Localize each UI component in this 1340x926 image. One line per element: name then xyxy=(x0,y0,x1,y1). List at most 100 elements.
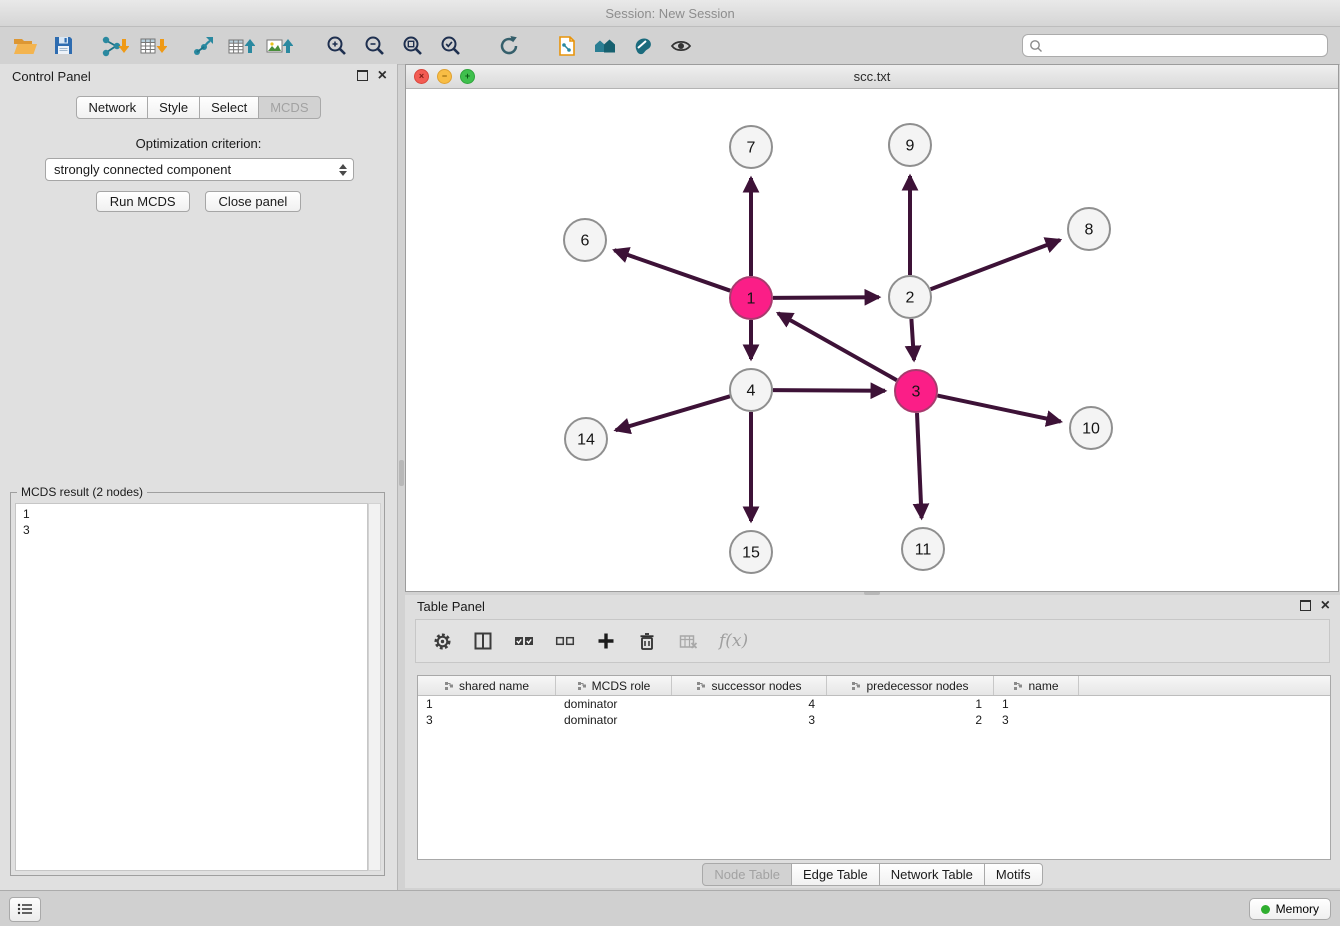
graph-edge-1-6[interactable] xyxy=(614,250,730,291)
unselect-all-columns-button[interactable] xyxy=(555,628,575,654)
checked-boxes-icon xyxy=(514,635,534,647)
graph-node-4[interactable]: 4 xyxy=(730,369,772,411)
graph-node-10[interactable]: 10 xyxy=(1070,407,1112,449)
graph-node-15[interactable]: 15 xyxy=(730,531,772,573)
float-table-panel-icon[interactable] xyxy=(1300,599,1311,614)
cell-shared-name[interactable]: 1 xyxy=(418,697,556,711)
column-header-successor-nodes[interactable]: successor nodes xyxy=(672,676,827,695)
zoom-fit-button[interactable] xyxy=(398,31,428,61)
panel-list-button[interactable] xyxy=(9,897,41,922)
save-session-button[interactable] xyxy=(48,31,78,61)
float-control-panel-icon[interactable] xyxy=(357,69,368,84)
apply-style-button[interactable] xyxy=(628,31,658,61)
cell-shared-name[interactable]: 3 xyxy=(418,713,556,727)
delete-columns-button[interactable] xyxy=(637,628,657,654)
zoom-window-icon[interactable]: + xyxy=(460,69,475,84)
graph-node-14[interactable]: 14 xyxy=(565,418,607,460)
control-panel-tabs: Network Style Select MCDS xyxy=(0,96,397,119)
close-control-panel-icon[interactable]: × xyxy=(378,70,387,82)
graph-node-11[interactable]: 11 xyxy=(902,528,944,570)
tab-network-table[interactable]: Network Table xyxy=(879,863,985,886)
graph-node-7[interactable]: 7 xyxy=(730,126,772,168)
cell-mcds-role[interactable]: dominator xyxy=(556,713,672,727)
cell-successor-nodes[interactable]: 4 xyxy=(672,697,827,711)
graph-edge-4-3[interactable] xyxy=(773,390,885,391)
column-header-name[interactable]: name xyxy=(994,676,1079,695)
cell-predecessor-nodes[interactable]: 1 xyxy=(827,697,994,711)
graph-node-label: 2 xyxy=(906,290,915,307)
graph-edge-3-11[interactable] xyxy=(917,413,922,518)
trash-icon xyxy=(638,632,656,651)
function-builder-button[interactable]: f(x) xyxy=(719,628,748,654)
tab-style[interactable]: Style xyxy=(147,96,200,119)
delete-table-button[interactable] xyxy=(678,628,698,654)
column-header-predecessor-nodes[interactable]: predecessor nodes xyxy=(827,676,994,695)
column-type-icon xyxy=(1013,681,1023,691)
graph-node-2[interactable]: 2 xyxy=(889,276,931,318)
close-panel-button[interactable]: Close panel xyxy=(205,191,302,212)
cell-predecessor-nodes[interactable]: 2 xyxy=(827,713,994,727)
graph-edge-4-14[interactable] xyxy=(616,396,730,430)
export-network-button[interactable] xyxy=(188,31,218,61)
close-window-icon[interactable]: × xyxy=(414,69,429,84)
cell-name[interactable]: 1 xyxy=(994,697,1079,711)
minimize-window-icon[interactable]: − xyxy=(437,69,452,84)
cell-successor-nodes[interactable]: 3 xyxy=(672,713,827,727)
search-input[interactable] xyxy=(1047,38,1321,54)
tab-network[interactable]: Network xyxy=(76,96,148,119)
zoom-selected-button[interactable] xyxy=(436,31,466,61)
mcds-result-list[interactable]: 1 3 xyxy=(15,503,368,871)
import-table-button[interactable] xyxy=(138,31,168,61)
table-row[interactable]: 1 dominator 4 1 1 xyxy=(418,696,1330,712)
result-scrollbar[interactable] xyxy=(368,503,381,871)
table-row[interactable]: 3 dominator 3 2 3 xyxy=(418,712,1330,728)
graph-edge-3-1[interactable] xyxy=(778,313,897,380)
import-network-button[interactable] xyxy=(100,31,130,61)
tab-edge-table[interactable]: Edge Table xyxy=(791,863,880,886)
open-session-button[interactable] xyxy=(10,31,40,61)
graph-edge-1-2[interactable] xyxy=(773,297,879,298)
table-settings-button[interactable] xyxy=(432,628,452,654)
refresh-icon xyxy=(498,35,520,57)
export-image-button[interactable] xyxy=(264,31,294,61)
new-network-from-selection-button[interactable] xyxy=(552,31,582,61)
first-neighbors-button[interactable] xyxy=(590,31,620,61)
search-field[interactable] xyxy=(1022,34,1328,57)
optimization-dropdown[interactable]: strongly connected component xyxy=(45,158,354,181)
column-header-shared-name[interactable]: shared name xyxy=(418,676,556,695)
table-panel: Table Panel × xyxy=(405,595,1340,888)
refresh-view-button[interactable] xyxy=(494,31,524,61)
graph-edge-2-3[interactable] xyxy=(911,319,914,360)
network-graph-canvas[interactable]: 7 9 6 8 1 2 4 3 14 10 15 11 xyxy=(406,88,1338,591)
graph-edge-3-10[interactable] xyxy=(938,396,1061,422)
tab-mcds[interactable]: MCDS xyxy=(258,96,320,119)
add-column-button[interactable] xyxy=(596,628,616,654)
cell-name[interactable]: 3 xyxy=(994,713,1079,727)
memory-button[interactable]: Memory xyxy=(1249,898,1331,920)
show-hide-button[interactable] xyxy=(666,31,696,61)
close-table-panel-icon[interactable]: × xyxy=(1321,600,1330,612)
zoom-in-button[interactable] xyxy=(322,31,352,61)
vertical-splitter-handle[interactable] xyxy=(399,460,404,486)
column-type-icon xyxy=(444,681,454,691)
graph-node-9[interactable]: 9 xyxy=(889,124,931,166)
graph-edge-2-8[interactable] xyxy=(931,240,1060,289)
column-type-icon xyxy=(696,681,706,691)
network-window-title: scc.txt xyxy=(406,69,1338,84)
graph-node-1[interactable]: 1 xyxy=(730,277,772,319)
run-mcds-button[interactable]: Run MCDS xyxy=(96,191,190,212)
graph-node-label: 8 xyxy=(1085,222,1094,239)
tab-select[interactable]: Select xyxy=(199,96,259,119)
memory-status-dot-icon xyxy=(1261,905,1270,914)
select-all-columns-button[interactable] xyxy=(514,628,534,654)
graph-node-8[interactable]: 8 xyxy=(1068,208,1110,250)
split-columns-button[interactable] xyxy=(473,628,493,654)
cell-mcds-role[interactable]: dominator xyxy=(556,697,672,711)
tab-node-table[interactable]: Node Table xyxy=(702,863,792,886)
graph-node-3[interactable]: 3 xyxy=(895,370,937,412)
graph-node-6[interactable]: 6 xyxy=(564,219,606,261)
export-table-button[interactable] xyxy=(226,31,256,61)
column-header-mcds-role[interactable]: MCDS role xyxy=(556,676,672,695)
tab-motifs[interactable]: Motifs xyxy=(984,863,1043,886)
zoom-out-button[interactable] xyxy=(360,31,390,61)
